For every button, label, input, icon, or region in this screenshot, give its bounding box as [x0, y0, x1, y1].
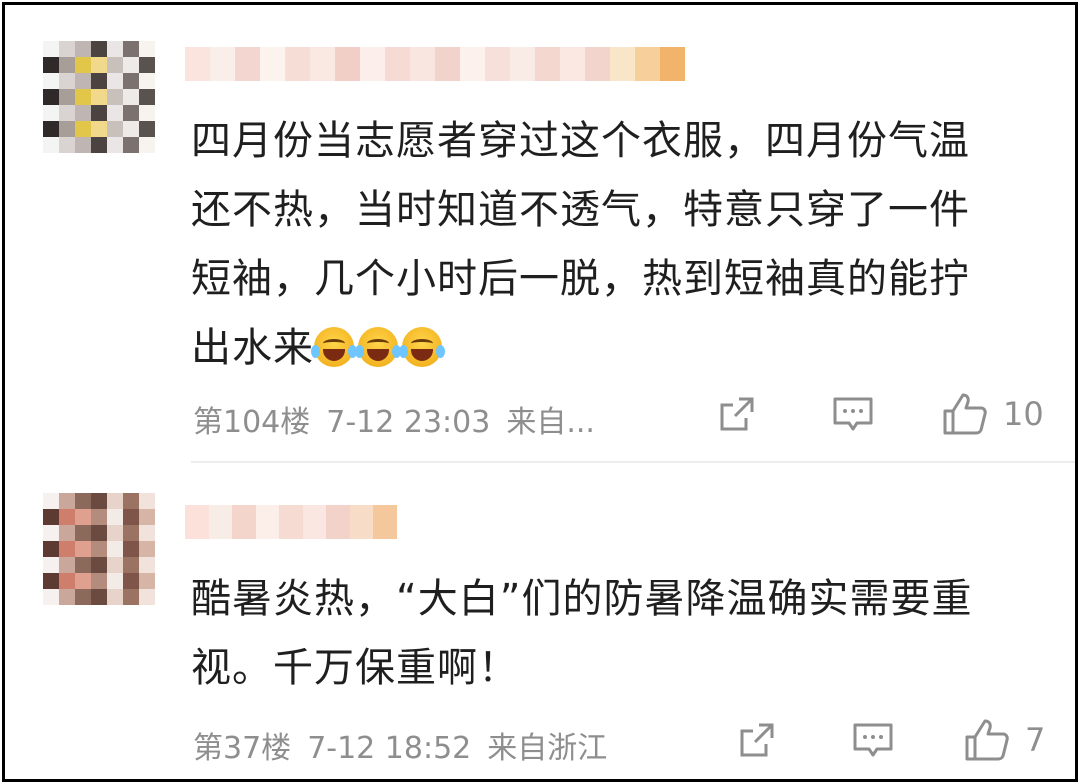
reply-button[interactable] [851, 720, 895, 760]
comment-item: 四月份当志愿者穿过这个衣服，四月份气温 还不热，当时知道不透气，特意只穿了一件 … [5, 5, 1075, 461]
comment-meta: 第37楼 7-12 18:52 来自浙江 [193, 723, 623, 767]
timestamp: 7-12 23:03 [326, 405, 491, 440]
comment-text-segment: 出水来 [191, 325, 314, 371]
thumbs-up-icon [943, 393, 987, 435]
avatar[interactable] [43, 41, 155, 153]
comment-text: 酷暑炎热，“大白”们的防暑降温确实需要重 视。千万保重啊！ [191, 565, 1051, 703]
like-button[interactable]: 10 [941, 391, 1044, 437]
comment-icon [853, 723, 893, 757]
username-blurred[interactable] [185, 47, 685, 81]
share-icon [720, 397, 754, 431]
floor-number: 第104楼 [193, 405, 311, 440]
comment-text-line: 还不热，当时知道不透气，特意只穿了一件 [191, 187, 970, 233]
comment-icon [833, 397, 873, 431]
comment-text-line: 酷暑炎热，“大白”们的防暑降温确实需要重 [191, 576, 973, 622]
source-location: 来自... [506, 405, 595, 440]
source-location: 来自浙江 [487, 731, 608, 766]
reply-button[interactable] [831, 394, 875, 434]
divider [191, 461, 1075, 463]
laugh-cry-emoji-icon [311, 327, 357, 367]
like-button[interactable]: 7 [963, 717, 1045, 763]
username-blurred[interactable] [185, 505, 397, 539]
comment-text: 四月份当志愿者穿过这个衣服，四月份气温 还不热，当时知道不透气，特意只穿了一件 … [191, 107, 1051, 383]
comment-item: 酷暑炎热，“大白”们的防暑降温确实需要重 视。千万保重啊！ 第37楼 7-12 1… [5, 467, 1075, 783]
comment-text-line: 四月份当志愿者穿过这个衣服，四月份气温 [191, 118, 970, 164]
thumbs-up-icon [965, 719, 1009, 761]
share-button[interactable] [717, 394, 757, 434]
comment-text-line: 短袖，几个小时后一脱，热到短袖真的能拧 [191, 256, 970, 302]
comment-list: 四月份当志愿者穿过这个衣服，四月份气温 还不热，当时知道不透气，特意只穿了一件 … [2, 2, 1078, 782]
laugh-cry-emoji-icon [355, 327, 401, 367]
comment-text-line: 出水来 [191, 314, 1051, 383]
share-button[interactable] [737, 720, 777, 760]
laugh-cry-emoji-icon [399, 327, 445, 367]
share-icon [740, 723, 774, 757]
like-count: 7 [1025, 721, 1046, 759]
avatar[interactable] [43, 493, 155, 605]
comment-text-line: 视。千万保重啊！ [191, 645, 519, 691]
floor-number: 第37楼 [193, 731, 292, 766]
like-count: 10 [1003, 395, 1044, 433]
timestamp: 7-12 18:52 [307, 731, 472, 766]
comment-meta: 第104楼 7-12 23:03 来自... [193, 397, 611, 441]
